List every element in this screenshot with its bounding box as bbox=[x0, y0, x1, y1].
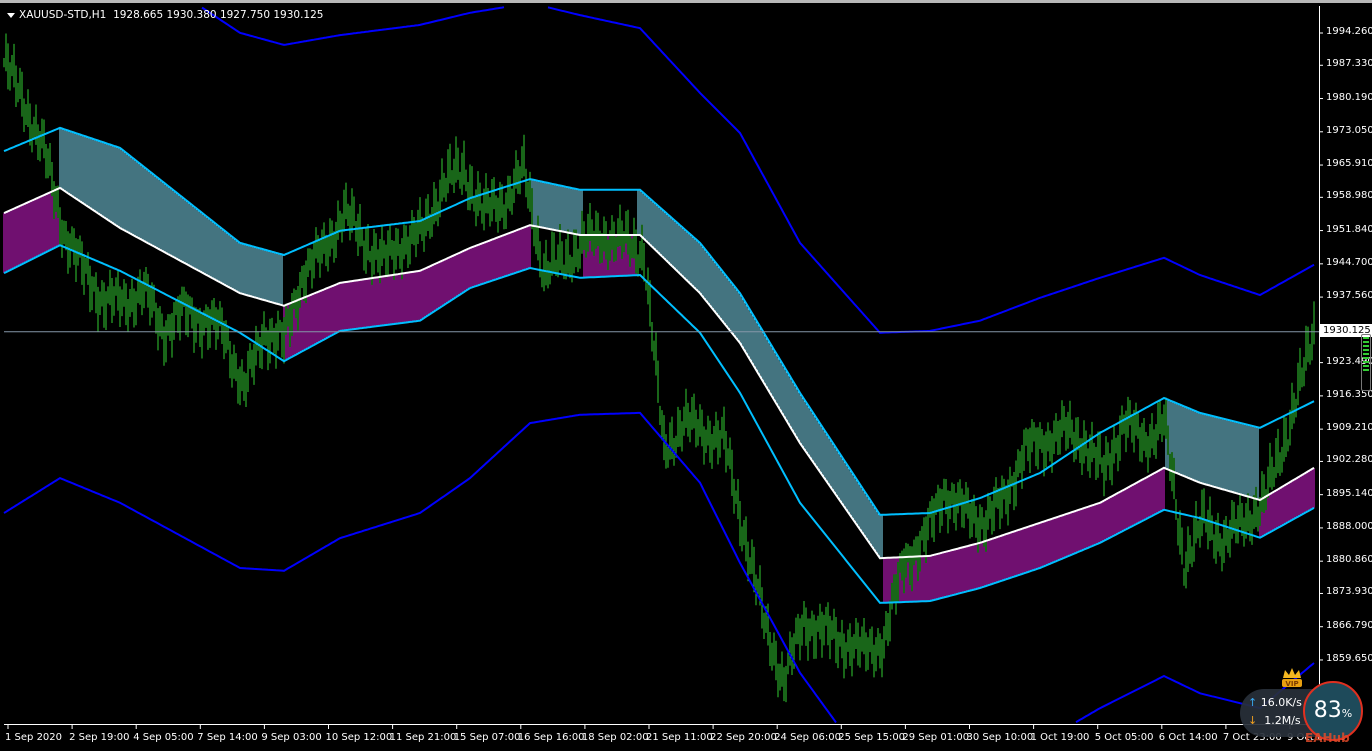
dropdown-triangle-icon[interactable] bbox=[7, 12, 15, 18]
time-tick-label: 11 Sep 21:00 bbox=[389, 732, 457, 743]
time-tick-label: 29 Sep 01:00 bbox=[902, 732, 970, 743]
price-tick-label: 1958.980 bbox=[1326, 190, 1372, 202]
time-tick-label: 25 Sep 15:00 bbox=[838, 732, 906, 743]
time-tick-label: 1 Sep 2020 bbox=[5, 732, 63, 743]
band-hatch-fill bbox=[3, 127, 1315, 603]
time-tick-label: 16 Sep 16:00 bbox=[517, 732, 585, 743]
arrow-up-icon: ↑ bbox=[1248, 696, 1258, 709]
chart-title: XAUUSD-STD,H1 1928.665 1930.380 1927.750… bbox=[7, 9, 323, 21]
eahub-watermark: EAHub bbox=[1305, 731, 1350, 745]
volume-gauge bbox=[1361, 334, 1371, 391]
price-tick-label: 1866.790 bbox=[1326, 619, 1372, 631]
arrow-down-icon: ↓ bbox=[1248, 714, 1258, 727]
price-tick-label: 1873.930 bbox=[1326, 586, 1372, 598]
ohlc-label: 1928.665 1930.380 1927.750 1930.125 bbox=[113, 9, 324, 21]
price-tick-label: 1973.050 bbox=[1326, 124, 1372, 136]
price-tick-label: 1951.840 bbox=[1326, 223, 1372, 235]
price-tick-label: 1987.330 bbox=[1326, 58, 1372, 70]
chart-window[interactable]: XAUUSD-STD,H1 1928.665 1930.380 1927.750… bbox=[0, 0, 1372, 748]
price-chart[interactable] bbox=[0, 3, 1372, 751]
price-tick-label: 1965.910 bbox=[1326, 158, 1372, 170]
price-tick-label: 1944.700 bbox=[1326, 256, 1372, 268]
price-tick-label: 1880.860 bbox=[1326, 554, 1372, 566]
price-tick-label: 1895.140 bbox=[1326, 487, 1372, 499]
time-tick-label: 4 Sep 05:00 bbox=[133, 732, 194, 743]
svg-text:VIP: VIP bbox=[1285, 680, 1298, 688]
price-tick-label: 1937.560 bbox=[1326, 290, 1372, 302]
price-tick-label: 1888.000 bbox=[1326, 520, 1372, 532]
time-tick-label: 24 Sep 06:00 bbox=[774, 732, 841, 743]
time-tick-label: 30 Sep 10:00 bbox=[966, 732, 1034, 743]
time-tick-label: 5 Oct 05:00 bbox=[1094, 732, 1154, 743]
candle-bars bbox=[3, 33, 1315, 703]
time-tick-label: 7 Sep 14:00 bbox=[197, 732, 258, 743]
price-tick-label: 1859.650 bbox=[1326, 652, 1372, 664]
time-tick-label: 2 Sep 19:00 bbox=[69, 732, 130, 743]
upload-speed: ↑ 16.0K/s bbox=[1248, 696, 1302, 709]
band-lines bbox=[3, 6, 1315, 724]
outer-upper-band bbox=[201, 6, 1315, 334]
vip-crown-icon[interactable]: VIP bbox=[1280, 667, 1304, 689]
time-tick-label: 21 Sep 11:00 bbox=[646, 732, 713, 743]
axis-ticks bbox=[7, 32, 1323, 729]
time-tick-label: 22 Sep 20:00 bbox=[710, 732, 777, 743]
time-tick-label: 1 Oct 19:00 bbox=[1030, 732, 1090, 743]
price-tick-label: 1902.280 bbox=[1326, 454, 1372, 466]
symbol-label: XAUUSD-STD,H1 bbox=[19, 9, 107, 21]
time-tick-label: 15 Sep 07:00 bbox=[453, 732, 521, 743]
price-tick-label: 1994.260 bbox=[1326, 26, 1372, 37]
time-tick-label: 18 Sep 02:00 bbox=[581, 732, 649, 743]
price-tick-label: 1909.210 bbox=[1326, 422, 1372, 434]
time-tick-label: 9 Sep 03:00 bbox=[261, 732, 322, 743]
download-speed: ↓ 1.2M/s bbox=[1248, 714, 1301, 727]
time-tick-label: 6 Oct 14:00 bbox=[1158, 732, 1218, 743]
price-tick-label: 1980.190 bbox=[1326, 91, 1372, 103]
time-tick-label: 10 Sep 12:00 bbox=[325, 732, 393, 743]
